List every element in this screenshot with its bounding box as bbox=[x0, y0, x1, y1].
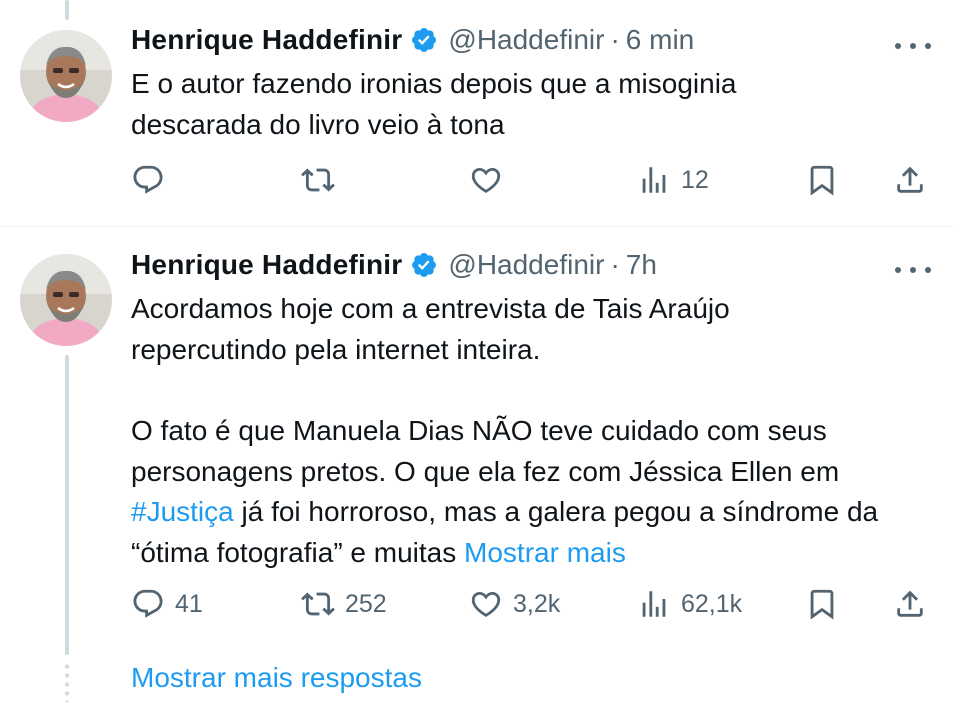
retweet-icon bbox=[301, 168, 335, 192]
share-button[interactable] bbox=[893, 160, 927, 200]
thread-connector-line bbox=[65, 355, 69, 655]
like-button[interactable]: 3,2k bbox=[469, 584, 560, 624]
views-button[interactable]: 12 bbox=[637, 160, 709, 200]
bookmark-icon bbox=[810, 165, 834, 196]
tweet-actions: 41 252 3,2k 62,1k bbox=[131, 584, 931, 624]
retweet-button[interactable]: 252 bbox=[301, 584, 387, 624]
tweet-text: Acordamos hoje com a entrevista de Tais … bbox=[131, 289, 931, 573]
retweet-count: 252 bbox=[345, 589, 387, 618]
tweet-timestamp[interactable]: 7h bbox=[626, 249, 657, 281]
show-more-link[interactable]: Mostrar mais bbox=[464, 537, 626, 568]
thread-dotted-connector bbox=[65, 662, 69, 702]
author-handle[interactable]: @Haddefinir bbox=[448, 24, 604, 56]
share-button[interactable] bbox=[893, 584, 927, 624]
separator-dot: · bbox=[610, 249, 620, 280]
tweet-paragraph-1: Acordamos hoje com a entrevista de Tais … bbox=[131, 293, 730, 365]
bookmark-button[interactable] bbox=[805, 160, 839, 200]
reply-count: 41 bbox=[175, 589, 203, 618]
author-name[interactable]: Henrique Haddefinir bbox=[131, 24, 402, 56]
like-button[interactable] bbox=[469, 160, 513, 200]
like-icon bbox=[471, 591, 501, 617]
reply-button[interactable]: 41 bbox=[131, 584, 203, 624]
hashtag-link[interactable]: #Justiça bbox=[131, 496, 234, 527]
views-count: 62,1k bbox=[681, 589, 743, 618]
views-icon bbox=[642, 167, 666, 193]
reply-icon bbox=[133, 165, 163, 194]
tweet-paragraph-2: O fato é que Manuela Dias NÃO teve cuida… bbox=[131, 411, 931, 573]
separator-dot: · bbox=[610, 24, 620, 55]
reply-icon bbox=[133, 589, 163, 618]
tweet-text-line: E o autor fazendo ironias depois que a m… bbox=[131, 68, 737, 140]
views-icon bbox=[642, 591, 666, 617]
views-count: 12 bbox=[681, 165, 709, 194]
like-count: 3,2k bbox=[513, 589, 561, 618]
bookmark-icon bbox=[810, 589, 834, 620]
tweet-timestamp[interactable]: 6 min bbox=[626, 24, 694, 56]
tweet-divider bbox=[0, 226, 953, 227]
share-icon bbox=[897, 166, 923, 193]
author-handle[interactable]: @Haddefinir bbox=[448, 249, 604, 281]
retweet-icon bbox=[301, 592, 335, 616]
more-options-icon[interactable] bbox=[895, 260, 931, 280]
tweet-text: E o autor fazendo ironias depois que a m… bbox=[131, 64, 851, 145]
author-name[interactable]: Henrique Haddefinir bbox=[131, 249, 402, 281]
bookmark-button[interactable] bbox=[805, 584, 839, 624]
reply-button[interactable] bbox=[131, 160, 175, 200]
avatar[interactable] bbox=[20, 30, 112, 122]
thread-connector-top bbox=[65, 0, 69, 20]
retweet-button[interactable] bbox=[301, 160, 345, 200]
share-icon bbox=[897, 590, 923, 617]
tweet-text-segment: O fato é que Manuela Dias NÃO teve cuida… bbox=[131, 415, 840, 487]
views-button[interactable]: 62,1k bbox=[637, 584, 742, 624]
avatar[interactable] bbox=[20, 254, 112, 346]
tweet-actions: 12 bbox=[131, 160, 931, 200]
like-icon bbox=[471, 167, 501, 193]
verified-badge-icon bbox=[410, 251, 438, 279]
more-options-icon[interactable] bbox=[895, 36, 931, 56]
verified-badge-icon bbox=[410, 26, 438, 54]
show-more-replies-link[interactable]: Mostrar mais respostas bbox=[131, 662, 422, 694]
